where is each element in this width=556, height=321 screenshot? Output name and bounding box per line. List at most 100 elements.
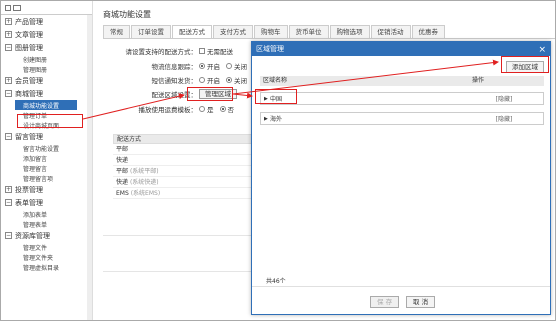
table-row[interactable]: 平邮 — [113, 144, 253, 155]
sms-off-radio[interactable]: 关闭 — [226, 75, 247, 85]
sidebar-item-manage-files[interactable]: 管理文件 — [1, 242, 92, 252]
tab-cart[interactable]: 购物车 — [254, 25, 288, 38]
collapse-icon[interactable]: − — [5, 133, 12, 140]
sidebar-group-label: 投票管理 — [15, 185, 43, 194]
collapse-icon[interactable]: − — [5, 44, 12, 51]
region-row-china[interactable]: ▶ 中国 [隐藏] — [260, 92, 544, 105]
collapse-icon[interactable]: − — [5, 232, 12, 239]
sidebar-group-messages[interactable]: − 留言管理 — [1, 130, 92, 143]
sidebar-top-bar — [1, 1, 92, 15]
hide-link[interactable]: [隐藏] — [466, 114, 542, 123]
region-row-overseas[interactable]: ▶ 海外 [隐藏] — [260, 112, 544, 125]
delivery-methods-table: 配送方式 平邮 快递 平邮 (系统平邮) 快递 (系统快递) EMS (系统EM… — [113, 134, 253, 199]
sidebar-item-manage-message-items[interactable]: 管理留言项 — [1, 173, 92, 183]
tab-payment[interactable]: 支付方式 — [213, 25, 253, 38]
radio-icon[interactable] — [199, 63, 205, 69]
divider — [103, 235, 253, 236]
sidebar-item-manage-messages[interactable]: 管理留言 — [1, 163, 92, 173]
tab-delivery[interactable]: 配送方式 — [172, 25, 212, 38]
sidebar-group-forms[interactable]: − 表单管理 — [1, 196, 92, 209]
radio-icon[interactable] — [219, 106, 226, 112]
sidebar-item-add-message[interactable]: 添加留言 — [1, 153, 92, 163]
table-row[interactable]: 快递 (系统快递) — [113, 177, 253, 188]
sidebar-item-manage-virtual-dirs[interactable]: 管理虚拟目录 — [1, 262, 92, 272]
layout-icon[interactable] — [13, 4, 21, 11]
annotation-box-manage-region — [187, 87, 233, 101]
col-region-name: 区域名称 — [263, 77, 288, 84]
sidebar-group-label: 产品管理 — [15, 17, 43, 26]
expand-icon[interactable]: + — [5, 18, 12, 25]
table-header: 配送方式 — [113, 134, 253, 144]
collapse-icon[interactable]: − — [5, 90, 12, 97]
radio-icon[interactable] — [199, 106, 205, 112]
no-delivery-checkbox[interactable]: 无需配送 — [199, 46, 233, 56]
annotation-box-china-row — [255, 89, 297, 104]
expand-arrow-icon[interactable]: ▶ — [264, 116, 268, 122]
expand-icon[interactable]: + — [5, 31, 12, 38]
sidebar-item-manage-forms[interactable]: 管理表单 — [1, 219, 92, 229]
template-no-radio[interactable]: 否 — [219, 104, 235, 114]
hide-link[interactable]: [隐藏] — [466, 94, 542, 103]
dialog-title: 区域管理 — [256, 45, 284, 53]
settings-tabs: 常规 订单设置 配送方式 支付方式 购物车 货币单位 购物选项 促销活动 优惠券 — [103, 25, 446, 38]
field-label: 配送区域设置： — [151, 91, 198, 99]
sidebar-group-label: 商城管理 — [15, 89, 43, 98]
sidebar-item-add-form[interactable]: 添加表单 — [1, 209, 92, 219]
annotation-box-add-region — [501, 56, 549, 73]
option-label: 关闭 — [234, 77, 247, 85]
sidebar-group-albums[interactable]: − 图册管理 — [1, 41, 92, 54]
tracking-off-radio[interactable]: 关闭 — [226, 61, 247, 71]
sidebar-group-resources[interactable]: − 资源库管理 — [1, 229, 92, 242]
region-name: 海外 — [270, 116, 283, 123]
option-label: 开启 — [207, 77, 220, 85]
option-label: 是 — [207, 106, 214, 114]
save-button[interactable]: 保 存 — [370, 296, 400, 308]
cell-name: 快递 — [116, 179, 129, 186]
region-table-header: 区域名称 操作 — [260, 76, 544, 86]
checkbox-icon[interactable] — [199, 48, 205, 54]
dialog-footer-divider — [252, 286, 550, 287]
divider — [103, 271, 253, 272]
region-name: 中国 — [270, 96, 283, 103]
option-label: 开启 — [207, 63, 220, 71]
collapse-icon[interactable]: − — [5, 199, 12, 206]
tab-currency[interactable]: 货币单位 — [288, 25, 329, 38]
sms-on-radio[interactable]: 开启 — [199, 75, 220, 85]
tab-coupons[interactable]: 优惠券 — [411, 25, 445, 38]
sidebar-group-shop[interactable]: − 商城管理 — [1, 87, 92, 100]
option-label: 否 — [227, 106, 235, 114]
table-row[interactable]: 平邮 (系统平邮) — [113, 166, 253, 177]
table-row[interactable]: 快递 — [113, 155, 253, 166]
sidebar-group-articles[interactable]: + 文章管理 — [1, 28, 92, 41]
sidebar-item-manage-folders[interactable]: 管理文件夹 — [1, 252, 92, 262]
table-row[interactable]: EMS (系统EMS) — [113, 188, 253, 199]
expand-icon[interactable]: + — [5, 77, 12, 84]
option-label: 关闭 — [234, 63, 247, 71]
radio-icon[interactable] — [199, 77, 205, 83]
close-icon[interactable]: × — [538, 43, 546, 57]
template-yes-radio[interactable]: 是 — [199, 104, 214, 114]
tab-promotions[interactable]: 促销活动 — [370, 25, 411, 38]
sidebar-item-create-album[interactable]: 创建图册 — [1, 54, 92, 64]
tab-general[interactable]: 常规 — [103, 25, 130, 38]
sidebar-item-shop-settings[interactable]: 商城功能设置 — [15, 100, 77, 110]
sidebar-group-products[interactable]: + 产品管理 — [1, 15, 92, 28]
sidebar-item-manage-album[interactable]: 管理图册 — [1, 64, 92, 74]
field-label: 短信通知发货： — [151, 77, 198, 85]
field-label: 请设置支持的配送方式： — [125, 48, 198, 56]
col-action: 操作 — [472, 77, 485, 84]
radio-icon[interactable] — [226, 63, 232, 69]
window-icon[interactable] — [5, 4, 11, 11]
tab-order-settings[interactable]: 订单设置 — [131, 25, 171, 38]
sidebar-group-votes[interactable]: + 投票管理 — [1, 183, 92, 196]
radio-icon[interactable] — [226, 77, 232, 83]
cancel-button[interactable]: 取 消 — [406, 296, 436, 308]
sidebar-scrollbar[interactable] — [87, 15, 92, 320]
sidebar-group-members[interactable]: + 会员管理 — [1, 74, 92, 87]
sidebar-group-label: 图册管理 — [15, 43, 43, 52]
tracking-on-radio[interactable]: 开启 — [199, 61, 220, 71]
sidebar-item-message-settings[interactable]: 留言功能设置 — [1, 143, 92, 153]
cell-note: (系统快递) — [129, 179, 159, 186]
expand-icon[interactable]: + — [5, 186, 12, 193]
tab-shopping-options[interactable]: 购物选项 — [329, 25, 370, 38]
